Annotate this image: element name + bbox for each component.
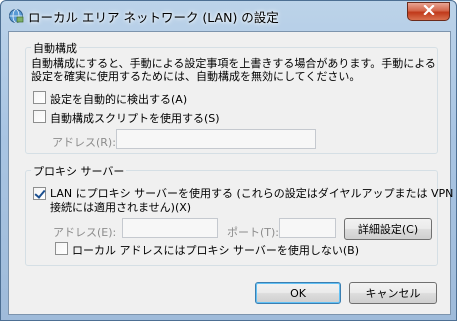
bypass-local-checkbox[interactable] — [55, 242, 68, 255]
auto-config-description-line2: 設定を確実に使用するためには、自動構成を無効にしてください。 — [31, 70, 361, 83]
bypass-local-label[interactable]: ローカル アドレスにはプロキシ サーバーを使用しない(B) — [72, 242, 359, 258]
proxy-port-label: ポート(T): — [227, 226, 280, 239]
use-script-checkbox[interactable] — [33, 110, 46, 123]
network-globe-icon — [8, 8, 24, 24]
proxy-address-label: アドレス(E): — [53, 226, 117, 239]
close-icon — [422, 4, 435, 18]
ok-button[interactable]: OK — [255, 282, 341, 304]
use-proxy-label-line1[interactable]: LAN にプロキシ サーバーを使用する (これらの設定はダイヤルアップまたは V… — [50, 187, 453, 200]
proxy-group-label: プロキシ サーバー — [31, 163, 127, 179]
cancel-button[interactable]: キャンセル — [349, 282, 437, 304]
dialog-body: 自動構成 自動構成にすると、手動による設定事項を上書きする場合があります。手動に… — [8, 31, 453, 315]
title-bar[interactable]: ローカル エリア ネットワーク (LAN) の設定 — [1, 1, 456, 31]
use-proxy-checkbox[interactable] — [33, 187, 46, 200]
auto-detect-label[interactable]: 設定を自動的に検出する(A) — [50, 91, 187, 107]
auto-config-description-line1: 自動構成にすると、手動による設定事項を上書きする場合があります。手動による — [31, 57, 436, 70]
auto-detect-checkbox[interactable] — [33, 91, 46, 104]
use-script-label[interactable]: 自動構成スクリプトを使用する(S) — [50, 110, 220, 126]
auto-config-group-label: 自動構成 — [31, 40, 79, 56]
window-title: ローカル エリア ネットワーク (LAN) の設定 — [28, 10, 279, 25]
advanced-settings-button[interactable]: 詳細設定(C) — [344, 218, 432, 240]
close-button[interactable] — [407, 2, 450, 21]
script-address-input[interactable] — [116, 129, 316, 149]
use-proxy-label-line2[interactable]: 接続には適用されません)(X) — [50, 201, 191, 214]
script-address-label: アドレス(R): — [52, 136, 116, 149]
proxy-address-input[interactable] — [122, 218, 218, 238]
proxy-port-input[interactable] — [279, 218, 336, 238]
lan-settings-dialog: ローカル エリア ネットワーク (LAN) の設定 自動構成 自動構成にすると、… — [0, 0, 457, 321]
